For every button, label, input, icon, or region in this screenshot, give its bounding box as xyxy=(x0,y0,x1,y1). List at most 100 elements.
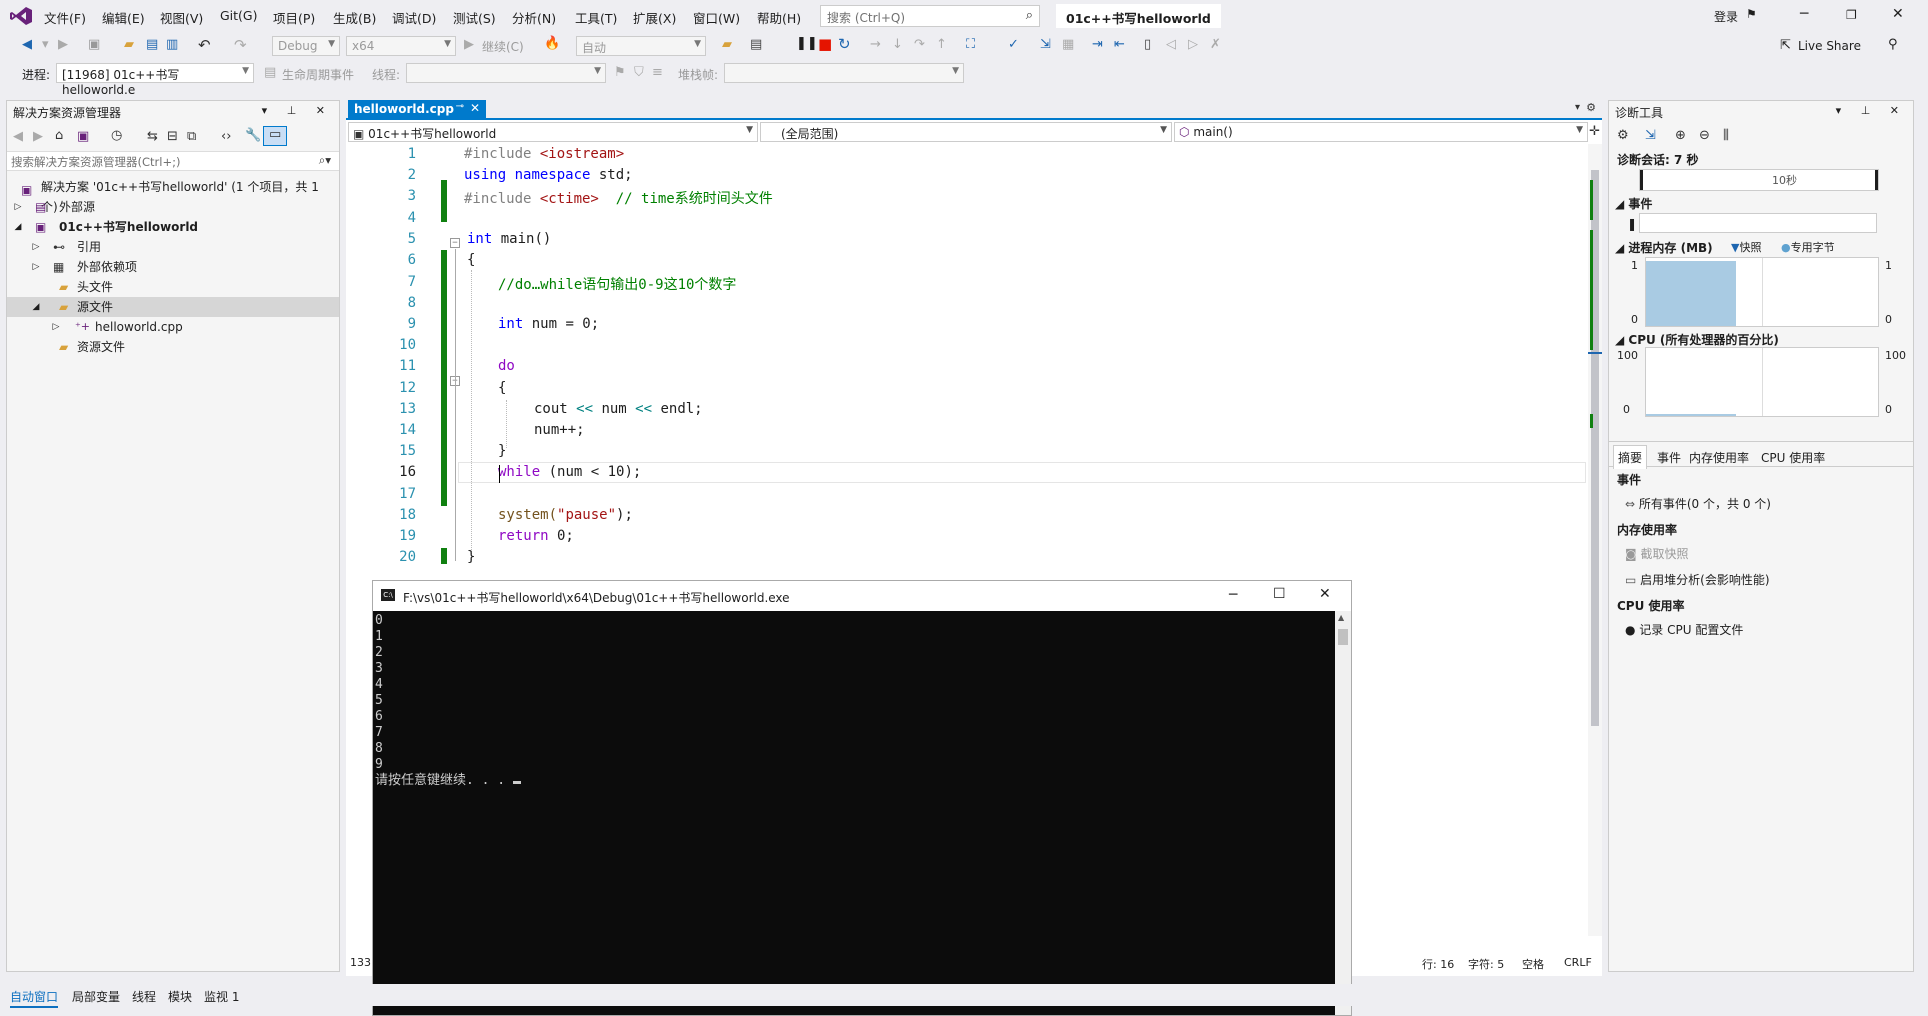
dropdown-icon[interactable]: ▾ xyxy=(42,37,49,52)
zoom-in-icon[interactable]: ⊕ xyxy=(1675,128,1686,143)
split-icon[interactable]: ✛ xyxy=(1589,124,1600,139)
record-cpu-button[interactable]: ● 记录 CPU 配置文件 xyxy=(1625,621,1743,638)
preview-icon[interactable]: ▭ xyxy=(263,126,287,146)
settings-gear-icon[interactable]: ⚙ xyxy=(1617,128,1629,143)
tree-item-external-deps[interactable]: ▷ ▦ 外部依赖项 xyxy=(7,257,339,277)
prev-bookmark-icon[interactable]: ◁ xyxy=(1166,37,1176,52)
tab-cpu-usage[interactable]: CPU 使用率 xyxy=(1761,449,1825,466)
tab-summary[interactable]: 摘要 xyxy=(1613,445,1648,469)
menu-tools[interactable]: 工具(T) xyxy=(575,8,617,27)
tree-item-resource-files[interactable]: ▰ 资源文件 xyxy=(7,337,339,357)
sync-icon[interactable]: ⇆ xyxy=(147,129,158,144)
tab-memory-usage[interactable]: 内存使用率 xyxy=(1689,449,1749,466)
restore-button[interactable]: ❐ xyxy=(1846,8,1857,22)
console-close-button[interactable]: ✕ xyxy=(1319,586,1331,602)
expand-icon[interactable]: ▷ xyxy=(51,317,61,337)
tree-item-project[interactable]: ◢ ▣ 01c++书写helloworld xyxy=(7,217,339,237)
cpu-graph[interactable] xyxy=(1645,347,1879,417)
tree-item-references[interactable]: ▷ ⊷ 引用 xyxy=(7,237,339,257)
tab-autos[interactable]: 自动窗口 xyxy=(10,988,59,1008)
diagnostics-icon[interactable]: ⛶ xyxy=(966,37,975,52)
menu-analyze[interactable]: 分析(N) xyxy=(512,8,556,27)
tab-locals[interactable]: 局部变量 xyxy=(72,988,120,1005)
back-icon[interactable]: ◀ xyxy=(13,129,23,144)
account-icon[interactable]: ⚑ xyxy=(1746,7,1757,21)
editor-vertical-scrollbar[interactable] xyxy=(1588,144,1602,936)
nav-project-dropdown[interactable]: ▣ 01c++书写helloworld ▼ xyxy=(348,122,758,142)
step-into-icon[interactable]: ↓ xyxy=(892,37,903,52)
platform-select[interactable]: x64 ▼ xyxy=(346,36,456,56)
collapse-all-icon[interactable]: ⊟ xyxy=(167,129,178,144)
browser-icon[interactable]: ▤ xyxy=(750,37,762,52)
tab-watch-1[interactable]: 监视 1 xyxy=(204,988,239,1005)
pending-changes-icon[interactable]: ◷ xyxy=(111,128,122,143)
select-tools-icon[interactable]: ⇲ xyxy=(1645,128,1656,143)
pane-controls[interactable]: ▾ ⊥ ✕ xyxy=(262,104,333,117)
menu-extensions[interactable]: 扩展(X) xyxy=(633,8,676,27)
configuration-select[interactable]: Debug ▼ xyxy=(272,36,340,56)
indent-icon[interactable]: ⇥ xyxy=(1092,37,1103,52)
menu-git[interactable]: Git(G) xyxy=(220,8,258,23)
forward-icon[interactable]: ▶ xyxy=(33,129,43,144)
new-project-icon[interactable]: ▣ xyxy=(88,37,100,52)
clear-bookmarks-icon[interactable]: ✗ xyxy=(1210,37,1221,52)
pause-icon[interactable]: ❚❚ xyxy=(796,36,818,51)
hot-reload-icon[interactable]: 🔥 xyxy=(544,36,560,51)
heap-analysis-button[interactable]: ▭ 启用堆分析(会影响性能) xyxy=(1625,571,1770,588)
pane-controls[interactable]: ▾ ⊥ ✕ xyxy=(1836,104,1907,117)
memory-graph[interactable] xyxy=(1645,257,1879,327)
switch-views-icon[interactable]: ▣ xyxy=(77,129,89,144)
menu-help[interactable]: 帮助(H) xyxy=(757,8,801,27)
stop-icon[interactable]: ■ xyxy=(818,35,832,53)
menu-debug[interactable]: 调试(D) xyxy=(392,8,436,27)
collapse-icon[interactable]: ◢ xyxy=(31,297,41,317)
line-ending-indicator[interactable]: CRLF xyxy=(1564,956,1592,969)
collapse-icon[interactable]: ◢ xyxy=(1615,333,1628,347)
menu-test[interactable]: 测试(S) xyxy=(453,8,496,27)
nav-scope-dropdown[interactable]: (全局范围) ▼ xyxy=(760,122,1172,142)
open-folder-icon[interactable]: ▰ xyxy=(124,37,134,52)
signin-link[interactable]: 登录 xyxy=(1714,8,1738,25)
undo-icon[interactable]: ↶ xyxy=(198,36,211,54)
outdent-icon[interactable]: ⇤ xyxy=(1114,37,1125,52)
pin-icon[interactable]: ⊸ xyxy=(456,101,464,112)
reset-view-icon[interactable]: ⫼ xyxy=(1723,128,1729,143)
all-events-link[interactable]: ⇔ 所有事件(0 个，共 0 个) xyxy=(1625,495,1771,512)
tree-item-source-files[interactable]: ◢ ▰ 源文件 xyxy=(7,297,339,317)
nav-member-dropdown[interactable]: ⬡ main() ▼ xyxy=(1174,122,1588,142)
tab-helloworld-cpp[interactable]: helloworld.cpp ⊸ ✕ xyxy=(348,100,486,120)
zoom-out-icon[interactable]: ⊖ xyxy=(1699,128,1710,143)
stack-icon[interactable]: ≡ xyxy=(652,65,663,80)
live-share-icon[interactable]: ⇱ xyxy=(1780,38,1791,53)
solution-search-input[interactable]: 搜索解决方案资源管理器(Ctrl+;) ⌕▾ xyxy=(7,151,339,171)
char-indicator[interactable]: 字符: 5 xyxy=(1468,956,1504,972)
close-tab-icon[interactable]: ✕ xyxy=(470,101,480,115)
collapse-icon[interactable]: ◢ xyxy=(1615,241,1628,255)
save-all-icon[interactable]: ▥ xyxy=(166,37,178,52)
bookmark-icon[interactable]: ▯ xyxy=(1144,37,1151,52)
hot-reload-apply-icon[interactable]: ✓ xyxy=(1008,37,1019,52)
menu-project[interactable]: 项目(P) xyxy=(273,8,315,27)
comment-icon[interactable]: ▦ xyxy=(1062,37,1074,52)
home-icon[interactable]: ⌂ xyxy=(55,128,63,143)
scroll-up-icon[interactable]: ▲ xyxy=(1338,613,1344,622)
console-title-bar[interactable]: C:\ F:\vs\01c++书写helloworld\x64\Debug\01… xyxy=(373,581,1351,611)
fold-toggle-icon[interactable]: − xyxy=(450,238,460,248)
tree-item-external-sources[interactable]: ▷ ▤ 外部源 xyxy=(7,197,339,217)
tree-item-solution[interactable]: ▣ 解决方案 '01c++书写helloworld' (1 个项目，共 1 个) xyxy=(7,177,339,214)
tree-item-helloworld-cpp[interactable]: ▷ ⁺+ helloworld.cpp xyxy=(7,317,339,337)
minimize-button[interactable]: ─ xyxy=(1800,6,1808,22)
next-bookmark-icon[interactable]: ▷ xyxy=(1188,37,1198,52)
folder-icon[interactable]: ▰ xyxy=(722,37,732,52)
collapse-icon[interactable]: ◢ xyxy=(13,217,23,237)
menu-view[interactable]: 视图(V) xyxy=(160,8,203,27)
console-maximize-button[interactable]: ☐ xyxy=(1273,586,1286,602)
back-icon[interactable]: ◀ xyxy=(22,37,32,52)
forward-icon[interactable]: ▶ xyxy=(58,37,68,52)
menu-edit[interactable]: 编辑(E) xyxy=(102,8,145,27)
save-icon[interactable]: ▤ xyxy=(146,37,158,52)
step-over-icon[interactable]: ↷ xyxy=(914,37,925,52)
tree-item-header-files[interactable]: ▰ 头文件 xyxy=(7,277,339,297)
settings-gear-icon[interactable]: ⚙ xyxy=(1586,101,1596,114)
auto-select[interactable]: 自动 ▼ xyxy=(576,36,706,56)
